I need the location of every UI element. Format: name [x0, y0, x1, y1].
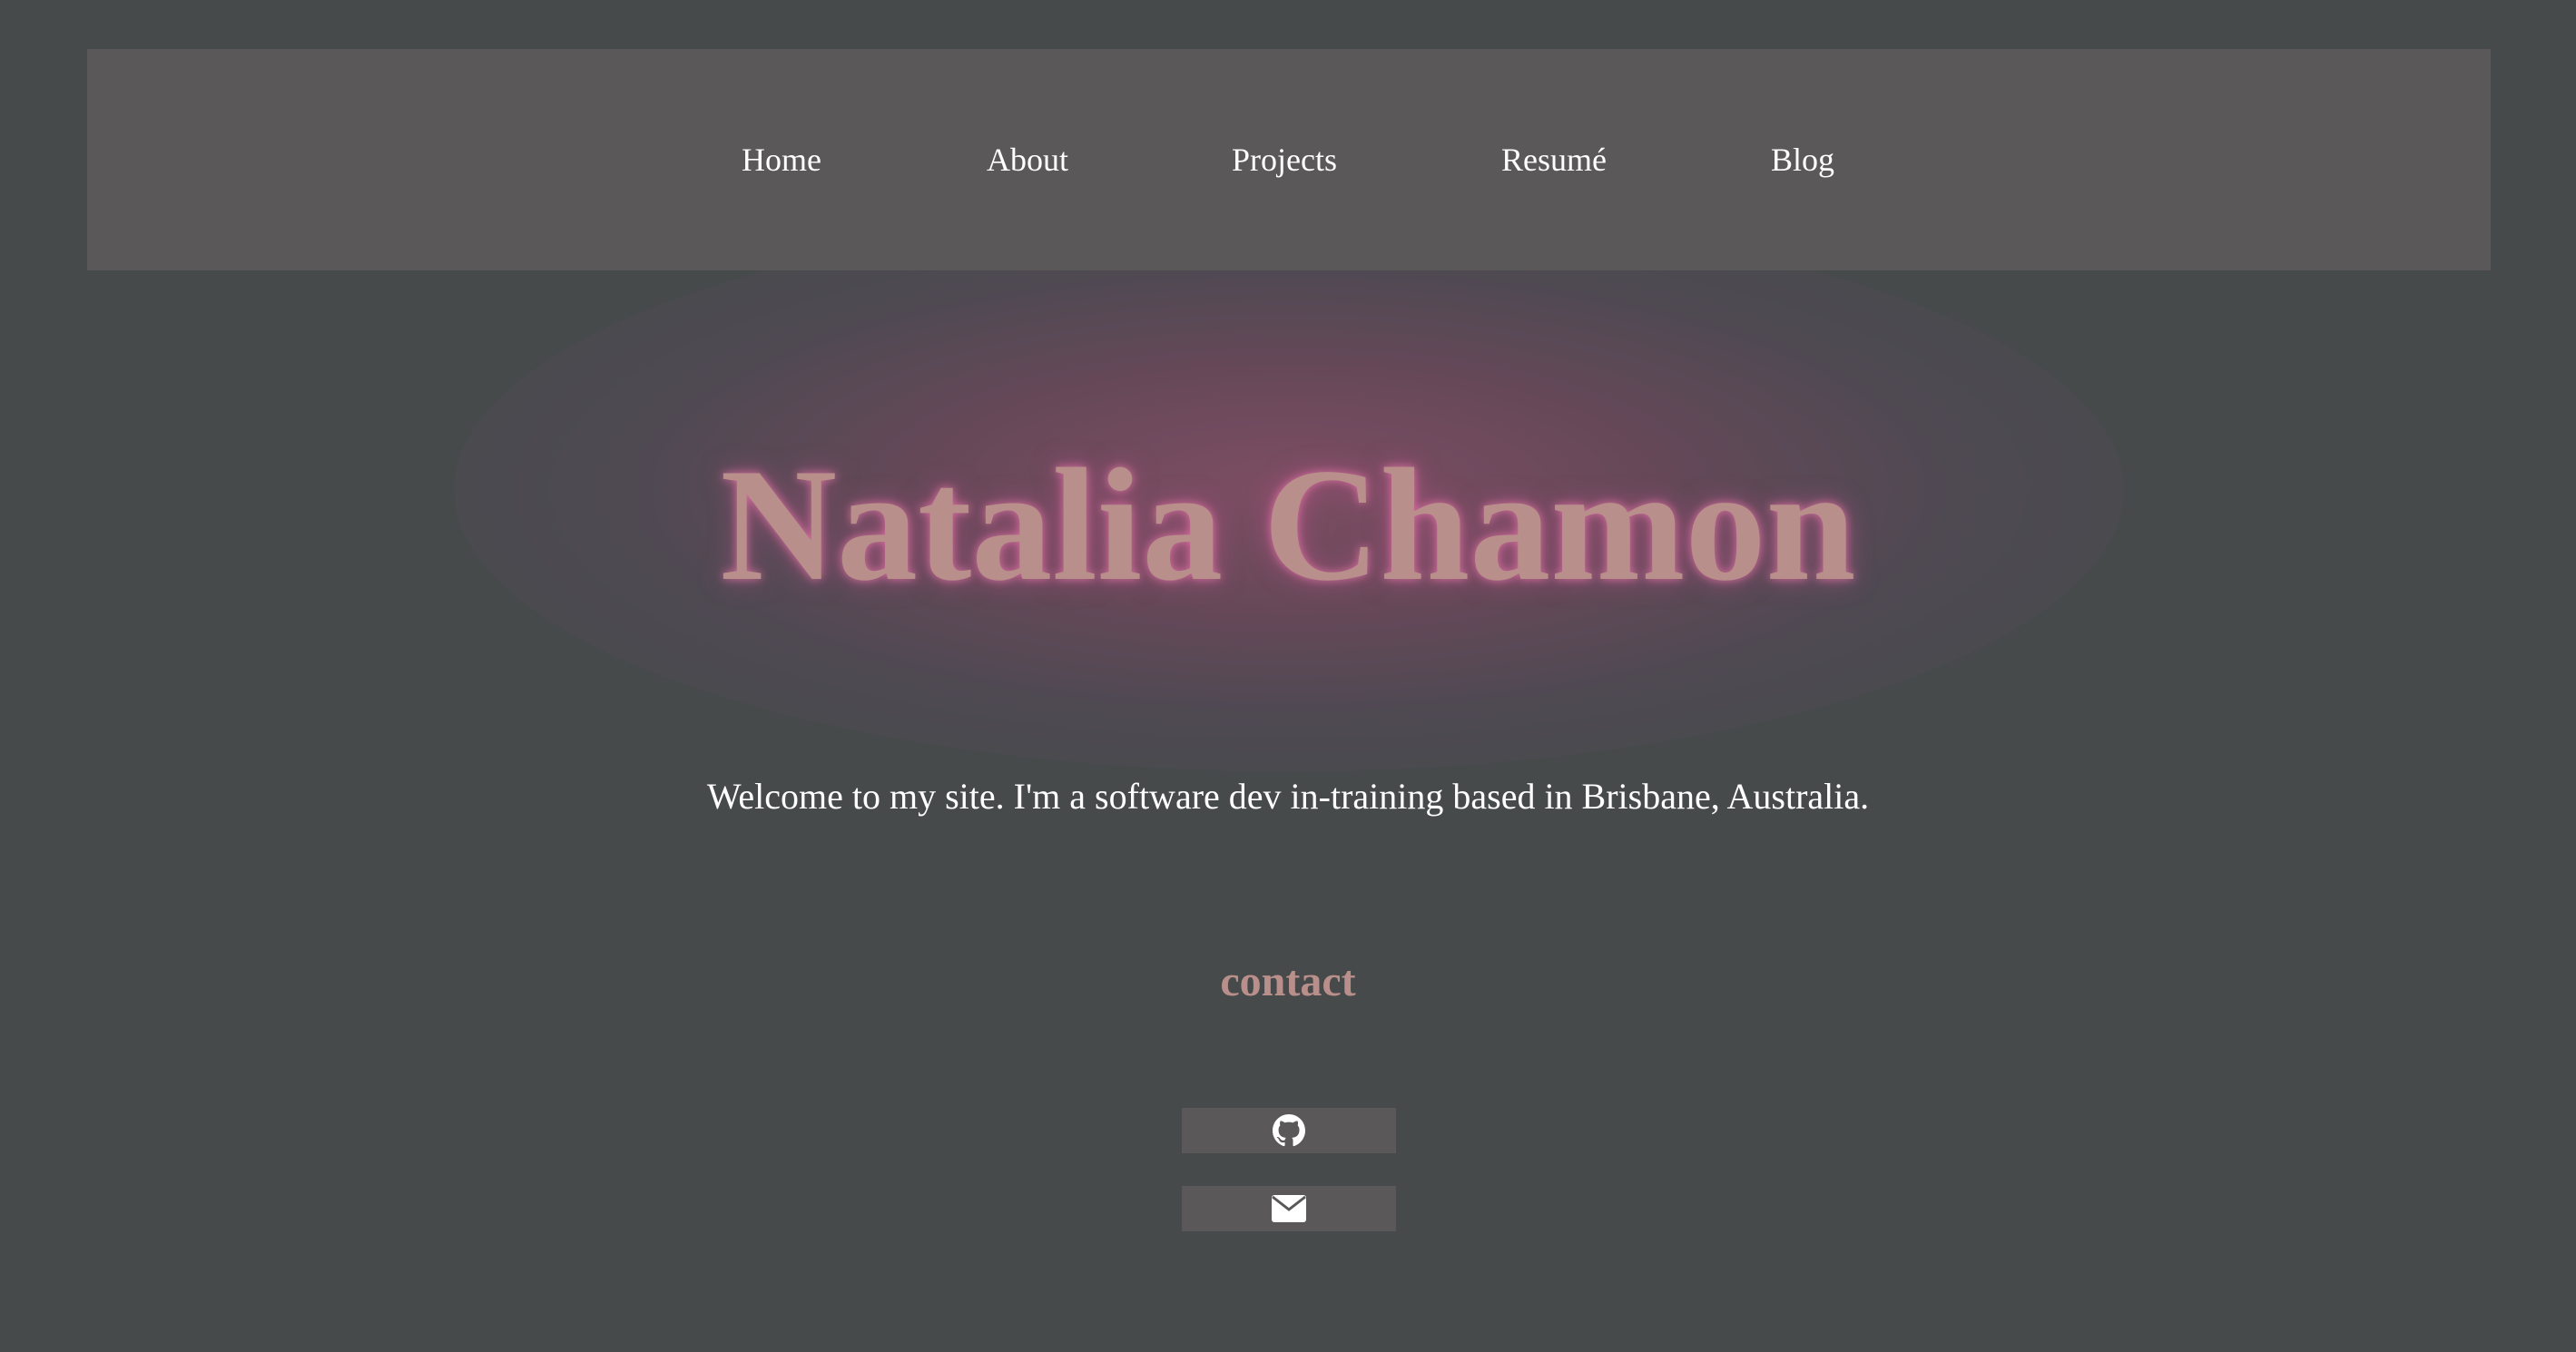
email-link-button[interactable]	[1182, 1186, 1396, 1231]
envelope-icon	[1272, 1195, 1306, 1222]
intro-text: Welcome to my site. I'm a software dev i…	[706, 776, 1870, 817]
nav-link-projects[interactable]: Projects	[1232, 134, 1337, 185]
nav-link-about[interactable]: About	[987, 134, 1068, 185]
contact-heading: contact	[1220, 957, 1356, 1005]
github-icon	[1273, 1114, 1305, 1147]
nav-link-resume[interactable]: Resumé	[1501, 134, 1607, 185]
nav-link-home[interactable]: Home	[742, 134, 821, 185]
github-link-button[interactable]	[1182, 1108, 1396, 1153]
nav-link-blog[interactable]: Blog	[1771, 134, 1834, 185]
hero-name-title: Natalia Chamon	[720, 435, 1856, 614]
